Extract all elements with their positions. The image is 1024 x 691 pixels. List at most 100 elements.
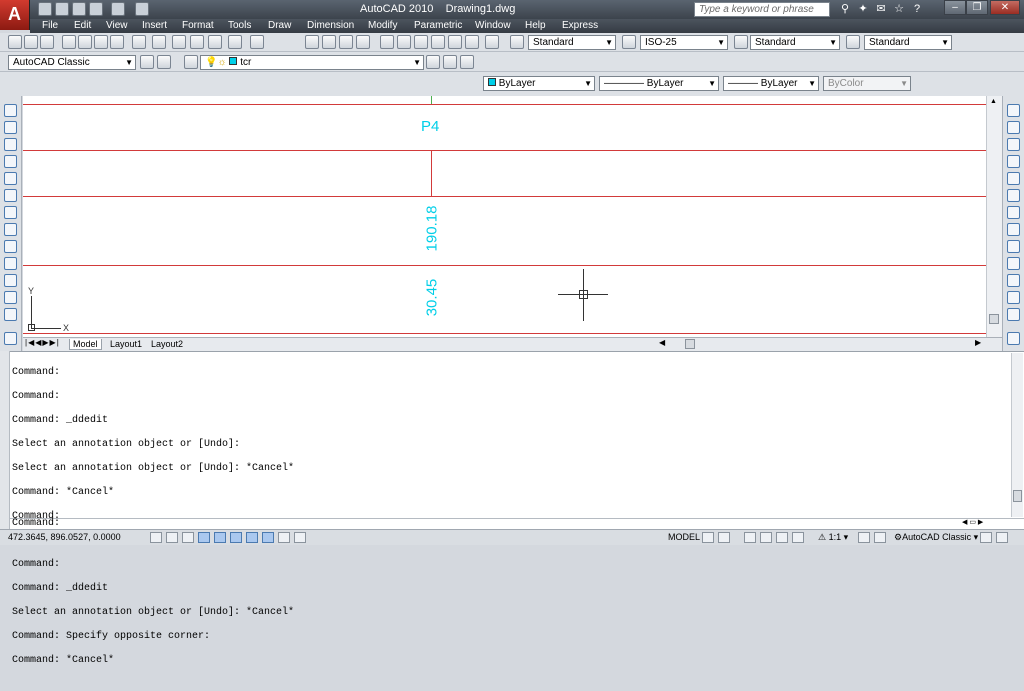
table-style-select[interactable]: Standard ▼: [750, 35, 840, 50]
mirror-icon[interactable]: [1007, 138, 1020, 151]
arc-icon[interactable]: [4, 189, 17, 202]
open-icon[interactable]: [24, 35, 38, 49]
layer-previous-icon[interactable]: [443, 55, 457, 69]
lineweight-toggle-icon[interactable]: [278, 532, 290, 543]
layer-select[interactable]: 💡☼ tcr ▼: [200, 55, 424, 70]
rotate-icon[interactable]: [1007, 206, 1020, 219]
scroll-left-icon[interactable]: ◀: [659, 338, 665, 347]
lock-ui-icon[interactable]: [980, 532, 992, 543]
trim-icon[interactable]: [1007, 257, 1020, 270]
menu-window[interactable]: Window: [475, 20, 511, 31]
drawing-canvas[interactable]: P4 190.18 30.45 Y X: [23, 96, 986, 337]
quick-view-layouts-icon[interactable]: [702, 532, 714, 543]
table-style-icon[interactable]: [734, 35, 748, 49]
menu-dimension[interactable]: Dimension: [307, 20, 354, 31]
circle-icon[interactable]: [4, 206, 17, 219]
snap-mode-icon[interactable]: [150, 532, 162, 543]
menu-tools[interactable]: Tools: [228, 20, 251, 31]
save-icon[interactable]: [72, 2, 86, 16]
multileader-style-select[interactable]: Standard ▼: [864, 35, 952, 50]
zoom-window-icon[interactable]: [339, 35, 353, 49]
line-icon[interactable]: [4, 104, 17, 117]
menu-edit[interactable]: Edit: [74, 20, 91, 31]
menu-insert[interactable]: Insert: [142, 20, 167, 31]
help-toolbar-icon[interactable]: [485, 35, 499, 49]
command-input[interactable]: [10, 518, 1024, 529]
construction-line-icon[interactable]: [4, 121, 17, 134]
tab-layout1[interactable]: Layout1: [107, 339, 145, 349]
copy-object-icon[interactable]: [1007, 121, 1020, 134]
binoculars-icon[interactable]: ⚲: [838, 2, 852, 16]
redo-icon[interactable]: [111, 2, 125, 16]
dimension-style-icon[interactable]: [622, 35, 636, 49]
qnew-icon[interactable]: [8, 35, 22, 49]
zoom-realtime-icon[interactable]: [322, 35, 336, 49]
spline-icon[interactable]: [4, 240, 17, 253]
linetype-select[interactable]: ———— ByLayer ▼: [599, 76, 719, 91]
revision-cloud-icon[interactable]: [4, 223, 17, 236]
zoom-status-icon[interactable]: [760, 532, 772, 543]
menu-draw[interactable]: Draw: [268, 20, 291, 31]
object-snap-tracking-icon[interactable]: [230, 532, 242, 543]
lineweight-select[interactable]: ——— ByLayer ▼: [723, 76, 819, 91]
coordinates-readout[interactable]: 472.3645, 896.0527, 0.0000: [8, 532, 121, 542]
subscription-icon[interactable]: ✦: [856, 2, 870, 16]
annotation-scale[interactable]: ⚠ 1:1 ▾: [818, 532, 848, 543]
properties-icon[interactable]: [380, 35, 394, 49]
scroll-right-icon[interactable]: ▶: [975, 338, 981, 347]
ortho-mode-icon[interactable]: [182, 532, 194, 543]
cut-icon[interactable]: [132, 35, 146, 49]
steering-wheel-icon[interactable]: [776, 532, 788, 543]
workspace-save-icon[interactable]: [157, 55, 171, 69]
command-scroll-thumb[interactable]: [1013, 490, 1022, 502]
application-menu-button[interactable]: A: [0, 0, 30, 30]
scale-icon[interactable]: [1007, 223, 1020, 236]
zoom-previous-icon[interactable]: [356, 35, 370, 49]
tool-palettes-icon[interactable]: [414, 35, 428, 49]
quick-view-drawings-icon[interactable]: [718, 532, 730, 543]
stretch-icon[interactable]: [1007, 240, 1020, 253]
plot-toolbar-icon[interactable]: [62, 35, 76, 49]
erase-icon[interactable]: [1007, 104, 1020, 117]
offset-icon[interactable]: [1007, 155, 1020, 168]
ellipse-arc-icon[interactable]: [4, 274, 17, 287]
restore-button[interactable]: ❐: [966, 0, 988, 15]
sheet-set-icon[interactable]: [431, 35, 445, 49]
make-block-icon[interactable]: [4, 308, 17, 321]
scroll-thumb[interactable]: [989, 314, 999, 324]
save-toolbar-icon[interactable]: [40, 35, 54, 49]
array-icon[interactable]: [1007, 172, 1020, 185]
copy-icon[interactable]: [152, 35, 166, 49]
object-snap-icon[interactable]: [214, 532, 226, 543]
help-icon[interactable]: ?: [910, 2, 924, 16]
match-properties-icon[interactable]: [190, 35, 204, 49]
ellipse-icon[interactable]: [4, 257, 17, 270]
search-input[interactable]: Type a keyword or phrase: [694, 2, 830, 17]
quick-properties-icon[interactable]: [294, 532, 306, 543]
workspace-select[interactable]: AutoCAD Classic ▼: [8, 55, 136, 70]
drawing-vertical-scrollbar[interactable]: ▲: [986, 96, 1002, 337]
workspace-switching[interactable]: ⚙AutoCAD Classic ▾: [894, 532, 978, 543]
paste-icon[interactable]: [172, 35, 186, 49]
command-window-handle[interactable]: [0, 351, 10, 545]
undo-toolbar-icon[interactable]: [228, 35, 242, 49]
polygon-icon[interactable]: [4, 155, 17, 168]
redo-toolbar-icon[interactable]: [250, 35, 264, 49]
menu-view[interactable]: View: [106, 20, 128, 31]
layer-properties-icon[interactable]: [184, 55, 198, 69]
make-current-layer-icon[interactable]: [426, 55, 440, 69]
menu-format[interactable]: Format: [182, 20, 214, 31]
3d-dwf-icon[interactable]: [110, 35, 124, 49]
hatch-icon[interactable]: [4, 332, 17, 345]
move-icon[interactable]: [1007, 189, 1020, 202]
color-select[interactable]: ByLayer ▼: [483, 76, 595, 91]
minimize-button[interactable]: –: [944, 0, 966, 15]
block-editor-icon[interactable]: [208, 35, 222, 49]
tab-navigation-icon[interactable]: |◀◀▶▶|: [25, 338, 60, 347]
text-p4[interactable]: P4: [421, 118, 439, 135]
polyline-icon[interactable]: [4, 138, 17, 151]
quickcalc-icon[interactable]: [465, 35, 479, 49]
menu-file[interactable]: File: [42, 20, 58, 31]
grid-display-icon[interactable]: [166, 532, 178, 543]
dimension-style-select[interactable]: ISO-25 ▼: [640, 35, 728, 50]
